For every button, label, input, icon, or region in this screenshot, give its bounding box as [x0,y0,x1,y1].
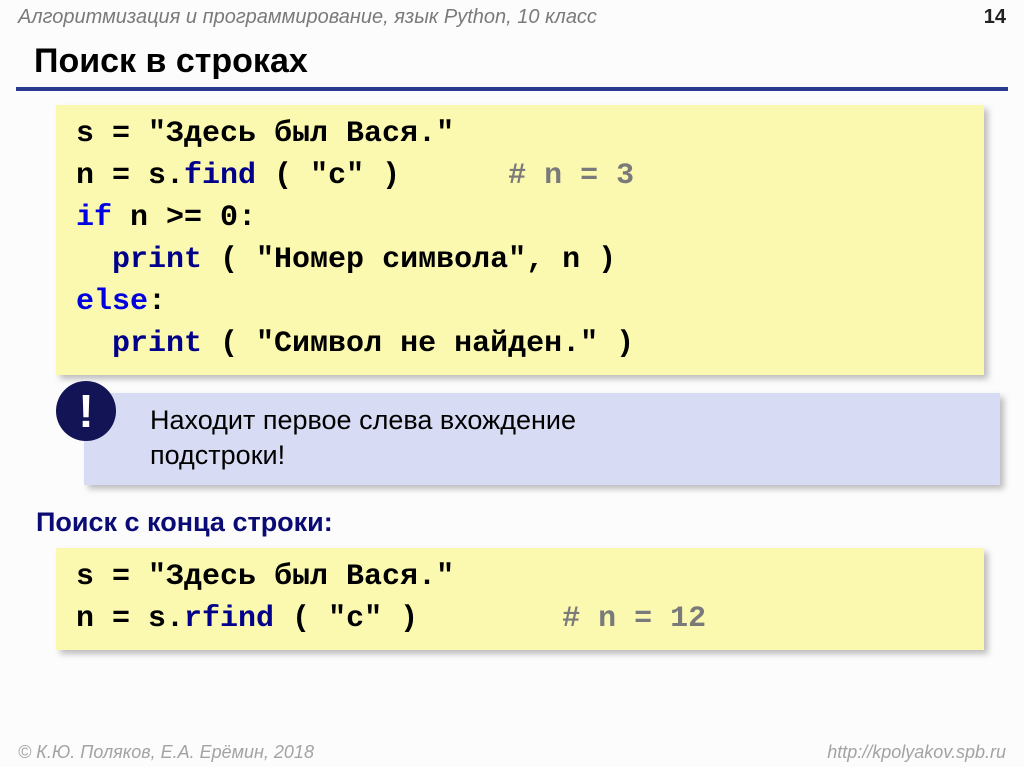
code-string: "Здесь был Вася." [148,560,454,594]
code-function: print [112,243,202,277]
code-string: "с" [328,602,382,636]
code-text [76,327,112,361]
code-string: "Здесь был Вася." [148,117,454,151]
course-title: Алгоритмизация и программирование, язык … [18,6,597,29]
code-text: ) [364,159,508,193]
code-function: print [112,327,202,361]
code-text: : [238,201,256,235]
code-text: ( [256,159,310,193]
code-keyword: else [76,285,148,319]
footer: © К.Ю. Поляков, Е.А. Ерёмин, 2018 http:/… [18,742,1006,763]
code-text: s = [76,560,148,594]
code-text: s = [76,117,148,151]
copyright: © К.Ю. Поляков, Е.А. Ерёмин, 2018 [18,742,314,763]
code-comment: # n = 3 [508,159,634,193]
page-number: 14 [984,6,1006,29]
note-line-2: подстроки! [150,438,980,473]
code-comment: # n = 12 [562,602,706,636]
header: Алгоритмизация и программирование, язык … [0,0,1024,30]
code-function: find [184,159,256,193]
exclamation-icon: ! [56,381,116,441]
code-text: ( [202,243,256,277]
note-box: ! Находит первое слева вхождение подстро… [84,393,1000,485]
code-text: ) [598,327,634,361]
note-line-1: Находит первое слева вхождение [150,403,980,438]
code-text: n = s. [76,159,184,193]
subtitle: Поиск с конца строки: [0,503,1024,548]
footer-url: http://kpolyakov.spb.ru [827,742,1006,763]
code-text: ( [274,602,328,636]
code-text [76,243,112,277]
page-title: Поиск в строках [0,30,1024,87]
title-underline [16,87,1008,91]
code-keyword: if [76,201,112,235]
code-number: 0 [220,201,238,235]
code-block-2: s = "Здесь был Вася." n = s.rfind ( "с" … [56,548,984,650]
code-string: "с" [310,159,364,193]
code-function: rfind [184,602,274,636]
code-string: "Символ не найден." [256,327,598,361]
code-string: "Номер символа" [256,243,526,277]
code-block-1: s = "Здесь был Вася." n = s.find ( "с" )… [56,105,984,375]
code-text: , n ) [526,243,616,277]
code-text: n = s. [76,602,184,636]
code-text: ) [382,602,562,636]
code-text: : [148,285,166,319]
code-text: n >= [112,201,220,235]
code-text: ( [202,327,256,361]
